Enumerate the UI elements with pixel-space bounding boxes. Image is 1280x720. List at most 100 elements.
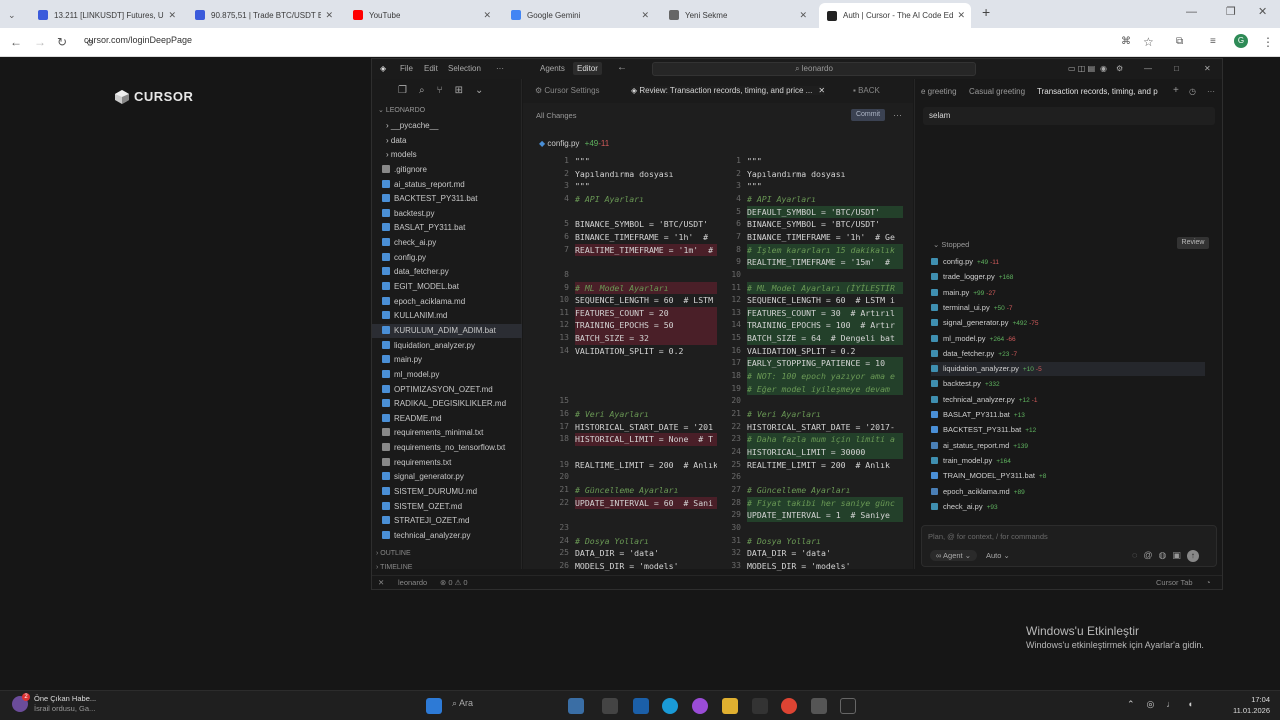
web-globe-icon[interactable]: ◍ xyxy=(1159,550,1167,562)
branch-name[interactable]: leonardo xyxy=(398,578,427,587)
removed-code-line[interactable]: REALTIME_TIMEFRAME = '1m' # xyxy=(575,243,717,257)
code-line[interactable] xyxy=(575,256,717,269)
code-line[interactable] xyxy=(575,383,717,396)
removed-code-line[interactable]: BATCH_SIZE = 32 xyxy=(575,332,717,345)
added-code-line[interactable]: # NOT: 100 epoch yazıyor ama e xyxy=(747,370,903,383)
terminal-icon[interactable] xyxy=(752,698,768,714)
menu-file[interactable]: File xyxy=(400,64,413,73)
diff-file-header[interactable]: ◆ config.py +49-11 xyxy=(539,139,609,148)
settings-gear-icon[interactable]: ⚙ xyxy=(1116,64,1123,73)
app-icon[interactable] xyxy=(811,698,827,714)
forward-arrow-icon[interactable]: → xyxy=(34,35,46,49)
code-line[interactable]: # Veri Ayarları xyxy=(575,408,717,421)
code-line[interactable]: MODELS_DIR = 'models' xyxy=(747,560,903,573)
close-tab-icon[interactable]: ✕ xyxy=(957,10,965,21)
added-code-line[interactable]: # Eğer model iyileşmeye devam xyxy=(747,382,903,396)
close-tab-icon[interactable]: ✕ xyxy=(483,10,491,21)
model-select[interactable]: Auto ⌄ xyxy=(986,551,1010,560)
added-code-line[interactable]: # İşlem kararları 15 dakikalık xyxy=(747,243,903,257)
chat-tab-casual-greeting[interactable]: Casual greeting xyxy=(969,87,1025,96)
code-line[interactable]: HISTORICAL_START_DATE = '201 xyxy=(575,421,717,434)
chat-tab-greeting[interactable]: e greeting xyxy=(921,87,957,96)
code-line[interactable]: # Güncelleme Ayarları xyxy=(575,484,717,497)
close-window-button[interactable]: ✕ xyxy=(1258,5,1267,19)
cursor-app-icon[interactable] xyxy=(840,698,856,714)
code-line[interactable]: # Güncelleme Ayarları xyxy=(747,484,903,497)
more-icon[interactable]: ··· xyxy=(893,110,902,120)
task-view-icon[interactable] xyxy=(602,698,618,714)
files-icon[interactable]: ❐ xyxy=(398,85,407,96)
changed-file-item[interactable]: backtest.py +332 xyxy=(931,377,1002,391)
changed-file-item[interactable]: signal_generator.py +492 -75 xyxy=(931,316,1039,330)
code-line[interactable]: # Dosya Yolları xyxy=(575,535,717,548)
explorer-folder[interactable]: › models xyxy=(372,148,522,162)
window-maximize-button[interactable]: □ xyxy=(1174,64,1179,73)
account-icon[interactable]: ◉ xyxy=(1100,64,1107,73)
browser-tab[interactable]: Auth | Cursor - The AI Code Edi... ✕ xyxy=(819,3,971,28)
menu-selection[interactable]: Selection xyxy=(448,64,481,73)
code-line[interactable] xyxy=(575,446,717,459)
media-icon[interactable]: ≡ xyxy=(1210,35,1216,49)
added-code-line[interactable]: # Fiyat takibi her saniye günc xyxy=(747,496,903,510)
code-line[interactable] xyxy=(575,509,717,522)
problems-count[interactable]: ⊗ 0 ⚠ 0 xyxy=(440,578,468,587)
explorer-file[interactable]: data_fetcher.py xyxy=(372,265,522,279)
changed-file-item[interactable]: ml_model.py +264 -66 xyxy=(931,332,1016,346)
explorer-file[interactable]: backtest.py xyxy=(372,207,522,221)
changed-file-item[interactable]: main.py +99 -27 xyxy=(931,286,996,300)
store-icon[interactable] xyxy=(633,698,649,714)
close-tab-icon[interactable]: ✕ xyxy=(799,10,807,21)
code-line[interactable] xyxy=(575,395,717,408)
maximize-button[interactable]: ❐ xyxy=(1226,5,1236,19)
code-line[interactable]: Yapılandırma dosyası xyxy=(747,168,903,181)
image-icon[interactable]: ▣ xyxy=(1172,550,1181,562)
window-close-button[interactable]: ✕ xyxy=(1204,64,1211,73)
changed-file-item[interactable]: check_ai.py +93 xyxy=(931,500,1000,514)
code-line[interactable]: VALIDATION_SPLIT = 0.2 xyxy=(575,345,717,358)
changed-file-item[interactable]: trade_logger.py +168 xyxy=(931,270,1015,284)
translate-icon[interactable]: ⌘ xyxy=(1121,35,1131,49)
added-code-line[interactable]: UPDATE_INTERVAL = 1 # Saniye xyxy=(747,509,903,522)
code-line[interactable]: Yapılandırma dosyası xyxy=(575,168,717,181)
explorer-file[interactable]: ml_model.py xyxy=(372,368,522,382)
code-line[interactable] xyxy=(747,269,903,282)
chevron-up-icon[interactable]: ⌃ xyxy=(1127,699,1135,710)
tab-search-chevron-icon[interactable]: ⌄ xyxy=(8,8,16,22)
changed-file-item[interactable]: TRAIN_MODEL_PY311.bat +8 xyxy=(931,469,1048,483)
extensions-icon[interactable]: ⊞ xyxy=(455,85,463,96)
added-code-line[interactable]: EARLY_STOPPING_PATIENCE = 10 xyxy=(747,357,903,370)
browser-tab[interactable]: YouTube ✕ xyxy=(345,4,497,26)
commit-button[interactable]: Commit xyxy=(851,109,885,121)
added-code-line[interactable]: TRAINING_EPOCHS = 100 # Artır xyxy=(747,319,903,333)
code-line[interactable]: HISTORICAL_START_DATE = '2017- xyxy=(747,421,903,434)
new-chat-plus-icon[interactable]: + xyxy=(1173,85,1179,96)
extensions-icon[interactable]: ⧉ xyxy=(1176,35,1183,49)
volume-icon[interactable]: ◖ xyxy=(1187,699,1192,710)
changed-file-item[interactable]: ai_status_report.md +139 xyxy=(931,439,1030,453)
window-minimize-button[interactable]: — xyxy=(1144,64,1152,73)
new-tab-button[interactable]: + xyxy=(982,5,990,19)
code-line[interactable]: BINANCE_TIMEFRAME = '1h' # Ge xyxy=(747,231,903,244)
edge-icon[interactable] xyxy=(662,698,678,714)
layout-icon[interactable]: ▭ ◫ ▤ xyxy=(1068,64,1095,73)
profile-avatar[interactable]: G xyxy=(1234,34,1248,48)
code-line[interactable]: BINANCE_TIMEFRAME = '1h' # xyxy=(575,231,717,244)
back-arrow-icon[interactable]: ← xyxy=(10,35,22,49)
changed-file-item[interactable]: liquidation_analyzer.py +10 -5 xyxy=(931,362,1205,377)
explorer-file[interactable]: epoch_aciklama.md xyxy=(372,295,522,309)
removed-code-line[interactable]: UPDATE_INTERVAL = 60 # Sani xyxy=(575,496,717,510)
outline-section[interactable]: › OUTLINE xyxy=(372,547,522,561)
explorer-file[interactable]: technical_analyzer.py xyxy=(372,529,522,543)
explorer-file[interactable]: BACKTEST_PY311.bat xyxy=(372,192,522,206)
explorer-file[interactable]: requirements_no_tensorflow.txt xyxy=(372,441,522,455)
code-line[interactable]: # API Ayarları xyxy=(575,193,717,206)
cursor-tab-status[interactable]: Cursor Tab xyxy=(1156,578,1193,587)
changed-file-item[interactable]: BASLAT_PY311.bat +13 xyxy=(931,408,1027,422)
system-clock[interactable]: 17:04 11.01.2026 xyxy=(1233,694,1270,716)
added-code-line[interactable]: # Daha fazla mum için limiti a xyxy=(747,433,903,446)
network-icon[interactable]: ◎ xyxy=(1147,699,1155,710)
code-line[interactable]: # Veri Ayarları xyxy=(747,408,903,421)
code-line[interactable]: SEQUENCE_LENGTH = 60 # LSTM xyxy=(575,294,717,307)
send-button[interactable]: ↑ xyxy=(1186,550,1199,562)
tab-back[interactable]: ▪ BACK xyxy=(853,86,880,95)
